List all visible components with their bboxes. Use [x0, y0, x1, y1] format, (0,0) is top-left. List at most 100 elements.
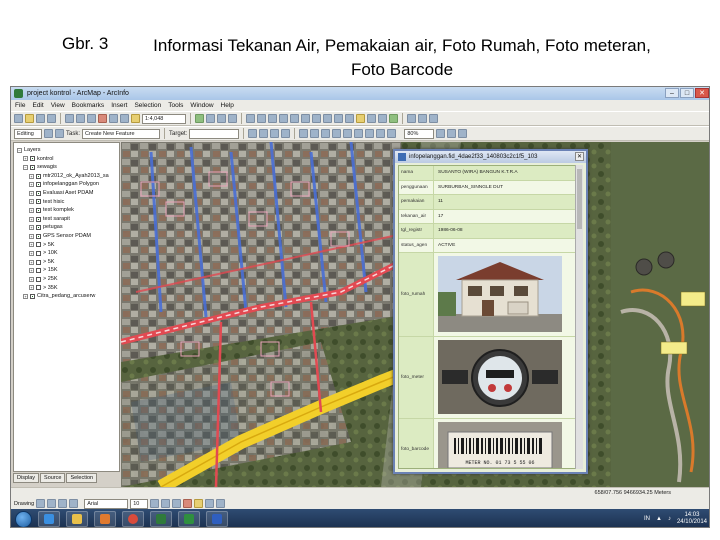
- select-features-icon[interactable]: [334, 114, 343, 123]
- layout-zoom-select[interactable]: 80%: [404, 128, 435, 139]
- measure-icon[interactable]: [378, 114, 387, 123]
- expand-icon[interactable]: +: [29, 207, 34, 213]
- layer-visibility-checkbox[interactable]: [36, 207, 41, 213]
- expand-icon[interactable]: +: [29, 225, 34, 231]
- text-tool-icon[interactable]: [69, 499, 79, 508]
- taskbar-explorer-icon[interactable]: [66, 511, 88, 527]
- close-button[interactable]: ✕: [695, 88, 709, 98]
- toggle-draft-icon[interactable]: [436, 129, 446, 138]
- expand-icon[interactable]: +: [29, 216, 34, 222]
- marker-color-icon[interactable]: [216, 499, 226, 508]
- topology-icon[interactable]: [299, 129, 309, 138]
- italic-icon[interactable]: [161, 499, 171, 508]
- toc-layer-item[interactable]: + test sarapit: [14, 215, 119, 224]
- toc-layer-item[interactable]: + kontrol: [14, 155, 119, 164]
- font-size-select[interactable]: 10: [130, 498, 149, 509]
- tab-source[interactable]: Source: [40, 473, 66, 483]
- menu-help[interactable]: Help: [221, 100, 234, 111]
- network-icon[interactable]: ▲: [656, 516, 662, 522]
- taskbar-arcmap-icon[interactable]: [150, 511, 172, 527]
- menu-tools[interactable]: Tools: [168, 100, 183, 111]
- menu-bookmarks[interactable]: Bookmarks: [72, 100, 105, 111]
- toc-layer-item[interactable]: + > 35K: [14, 284, 119, 293]
- undo-icon[interactable]: [109, 114, 118, 123]
- edit-tool-icon[interactable]: [55, 129, 64, 138]
- next-extent-icon[interactable]: [323, 114, 332, 123]
- attributes-icon[interactable]: [270, 129, 280, 138]
- collapse-icon[interactable]: −: [17, 147, 22, 153]
- layer-visibility-checkbox[interactable]: [36, 285, 41, 291]
- expand-icon[interactable]: +: [23, 156, 28, 162]
- toc-layer-item[interactable]: + petugas: [14, 223, 119, 232]
- layer-visibility-checkbox[interactable]: [36, 276, 41, 282]
- underline-icon[interactable]: [172, 499, 182, 508]
- pan-icon[interactable]: [268, 114, 277, 123]
- toc-layer-item[interactable]: + > 15K: [14, 266, 119, 275]
- layout-next-extent-icon[interactable]: [387, 129, 397, 138]
- snapping-icon[interactable]: [310, 129, 320, 138]
- tray-clock[interactable]: 14:03 24/10/2014: [677, 512, 707, 526]
- identify-icon[interactable]: [356, 114, 365, 123]
- layer-visibility-checkbox[interactable]: [36, 199, 41, 205]
- expand-icon[interactable]: +: [29, 285, 34, 291]
- find-icon[interactable]: [367, 114, 376, 123]
- water-meter-photo[interactable]: [438, 340, 562, 414]
- tab-display[interactable]: Display: [13, 473, 40, 483]
- expand-icon[interactable]: +: [29, 259, 34, 265]
- toc-layer-item[interactable]: − Layers: [14, 146, 119, 155]
- toc-layer-item[interactable]: + > 5K: [14, 258, 119, 267]
- popup-close-button[interactable]: ✕: [575, 152, 584, 161]
- rectangle-icon[interactable]: [58, 499, 68, 508]
- layer-visibility-checkbox[interactable]: [36, 216, 41, 222]
- menu-file[interactable]: File: [15, 100, 25, 111]
- layer-visibility-checkbox[interactable]: [36, 173, 41, 179]
- expand-icon[interactable]: +: [23, 293, 28, 299]
- layer-visibility-checkbox[interactable]: [30, 164, 35, 170]
- layout-prev-extent-icon[interactable]: [376, 129, 386, 138]
- toc-layer-item[interactable]: + Evaluasi Aset PDAM: [14, 189, 119, 198]
- zoom-whole-page-icon[interactable]: [354, 129, 364, 138]
- toc-layer-item[interactable]: + test hisic: [14, 198, 119, 207]
- taskbar-excel-icon[interactable]: [178, 511, 200, 527]
- redo-icon[interactable]: [120, 114, 129, 123]
- rotate-icon[interactable]: [47, 499, 57, 508]
- taskbar-word-icon[interactable]: [206, 511, 228, 527]
- expand-icon[interactable]: +: [29, 276, 34, 282]
- task-select[interactable]: Create New Feature: [82, 128, 161, 139]
- barcode-photo[interactable]: METER NO. 01 73 5 55 06: [438, 422, 562, 469]
- layer-visibility-checkbox[interactable]: [36, 233, 41, 239]
- select-elements-icon[interactable]: [345, 114, 354, 123]
- focus-data-frame-icon[interactable]: [447, 129, 457, 138]
- print-icon[interactable]: [47, 114, 56, 123]
- font-color-icon[interactable]: [183, 499, 193, 508]
- map-scale-select[interactable]: 1:4,048: [142, 113, 186, 124]
- help-icon[interactable]: [228, 114, 237, 123]
- popup-scroll-thumb[interactable]: [577, 169, 582, 229]
- toc-layer-item[interactable]: − sewagis: [14, 163, 119, 172]
- previous-extent-icon[interactable]: [312, 114, 321, 123]
- zoom-in-icon[interactable]: [246, 114, 255, 123]
- font-select[interactable]: Arial: [84, 498, 129, 509]
- toc-layer-item[interactable]: + test komplek: [14, 206, 119, 215]
- cut-icon[interactable]: [65, 114, 74, 123]
- maximize-button[interactable]: □: [680, 88, 694, 98]
- command-line-icon[interactable]: [217, 114, 226, 123]
- taskbar-mediaplayer-icon[interactable]: [94, 511, 116, 527]
- full-extent-icon[interactable]: [279, 114, 288, 123]
- sketch-tool-icon[interactable]: [44, 129, 53, 138]
- layer-visibility-checkbox[interactable]: [36, 225, 41, 231]
- expand-icon[interactable]: +: [29, 190, 34, 196]
- language-indicator[interactable]: IN: [644, 516, 650, 522]
- paste-icon[interactable]: [87, 114, 96, 123]
- line-color-icon[interactable]: [205, 499, 215, 508]
- layer-visibility-checkbox[interactable]: [36, 259, 41, 265]
- toc-layer-item[interactable]: + > 25K: [14, 275, 119, 284]
- layout-zoom-in-icon[interactable]: [321, 129, 331, 138]
- layer-visibility-checkbox[interactable]: [36, 242, 41, 248]
- expand-icon[interactable]: +: [29, 199, 34, 205]
- minimize-button[interactable]: –: [665, 88, 679, 98]
- toc-layer-item[interactable]: + GPS Sensor PDAM: [14, 232, 119, 241]
- target-select[interactable]: [189, 128, 240, 139]
- expand-icon[interactable]: +: [29, 268, 34, 274]
- layout-pan-icon[interactable]: [343, 129, 353, 138]
